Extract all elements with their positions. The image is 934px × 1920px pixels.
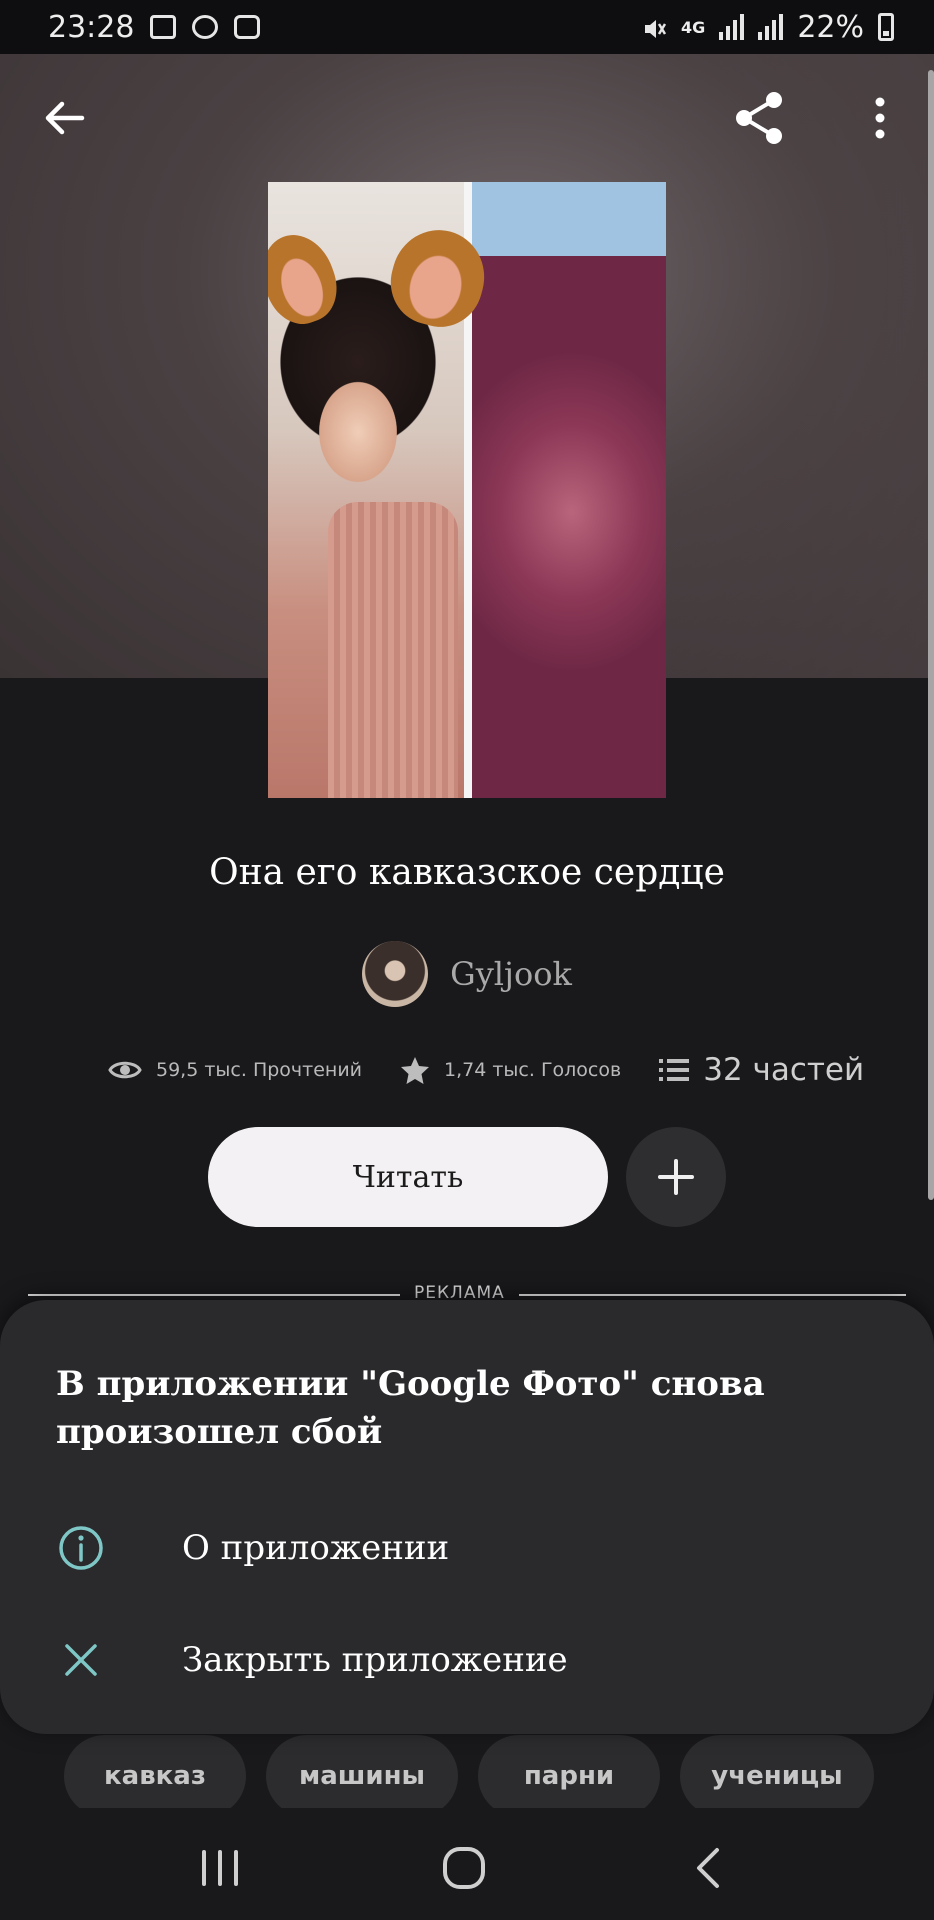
back-arrow-icon [45, 101, 85, 135]
reads-stat: 59,5 тыс. Прочтений [108, 1058, 362, 1082]
plus-icon [658, 1159, 694, 1195]
close-icon [58, 1637, 104, 1683]
recents-icon [202, 1850, 238, 1886]
reads-count: 59,5 тыс. Прочтений [156, 1059, 363, 1081]
story-stats: 59,5 тыс. Прочтений 1,74 тыс. Голосов 32… [108, 1048, 864, 1092]
more-options-button[interactable] [850, 88, 910, 148]
option-label: О приложении [182, 1528, 450, 1568]
story-cover-image[interactable] [268, 182, 666, 798]
parts-stat[interactable]: 32 частей [659, 1052, 864, 1088]
more-vert-icon [875, 97, 885, 139]
add-to-library-button[interactable] [626, 1127, 726, 1227]
back-button[interactable] [34, 88, 94, 148]
status-time: 23:28 [48, 9, 135, 45]
share-button[interactable] [730, 88, 790, 148]
close-app-option[interactable]: Закрыть приложение [0, 1615, 934, 1705]
parts-count: 32 частей [703, 1052, 865, 1088]
wifi-icon [234, 15, 261, 39]
votes-count: 1,74 тыс. Голосов [444, 1059, 622, 1081]
tag-list: кавказ машины парни ученицы [64, 1735, 874, 1817]
tag-chip[interactable]: кавказ [64, 1735, 246, 1817]
info-icon [58, 1525, 104, 1571]
recents-button[interactable] [180, 1828, 260, 1908]
votes-stat: 1,74 тыс. Голосов [400, 1055, 621, 1085]
network-type: 4G [681, 17, 706, 37]
download-icon [192, 15, 219, 39]
battery-charging-icon [878, 13, 894, 41]
back-icon [697, 1848, 719, 1888]
avatar[interactable] [362, 941, 429, 1007]
nav-back-button[interactable] [668, 1828, 748, 1908]
home-button[interactable] [424, 1828, 504, 1908]
gallery-icon [150, 15, 177, 39]
author-row[interactable]: Gyljook [0, 940, 934, 1008]
signal-icon [758, 14, 784, 40]
home-icon [443, 1847, 485, 1889]
signal-icon [719, 14, 745, 40]
tag-chip[interactable]: машины [266, 1735, 458, 1817]
tag-chip[interactable]: ученицы [680, 1735, 874, 1817]
status-bar: 23:28 4G 22% [0, 0, 934, 54]
option-label: Закрыть приложение [182, 1640, 568, 1680]
battery-percent: 22% [797, 9, 864, 45]
system-nav-bar [0, 1808, 934, 1920]
share-icon [736, 92, 782, 144]
list-icon [659, 1059, 690, 1081]
tag-chip[interactable]: парни [478, 1735, 660, 1817]
story-title: Она его кавказское сердце [209, 852, 725, 893]
app-info-option[interactable]: О приложении [0, 1503, 934, 1593]
app-crash-dialog: В приложении "Google Фото" снова произош… [0, 1300, 934, 1734]
dialog-title: В приложении "Google Фото" снова произош… [56, 1364, 765, 1452]
scrollbar[interactable] [928, 70, 934, 1200]
star-icon [401, 1057, 430, 1084]
read-button[interactable]: Читать [208, 1127, 608, 1227]
eye-icon [108, 1061, 142, 1079]
mute-icon [641, 15, 667, 39]
cover-photo-boy [472, 182, 666, 798]
author-name[interactable]: Gyljook [450, 955, 572, 993]
